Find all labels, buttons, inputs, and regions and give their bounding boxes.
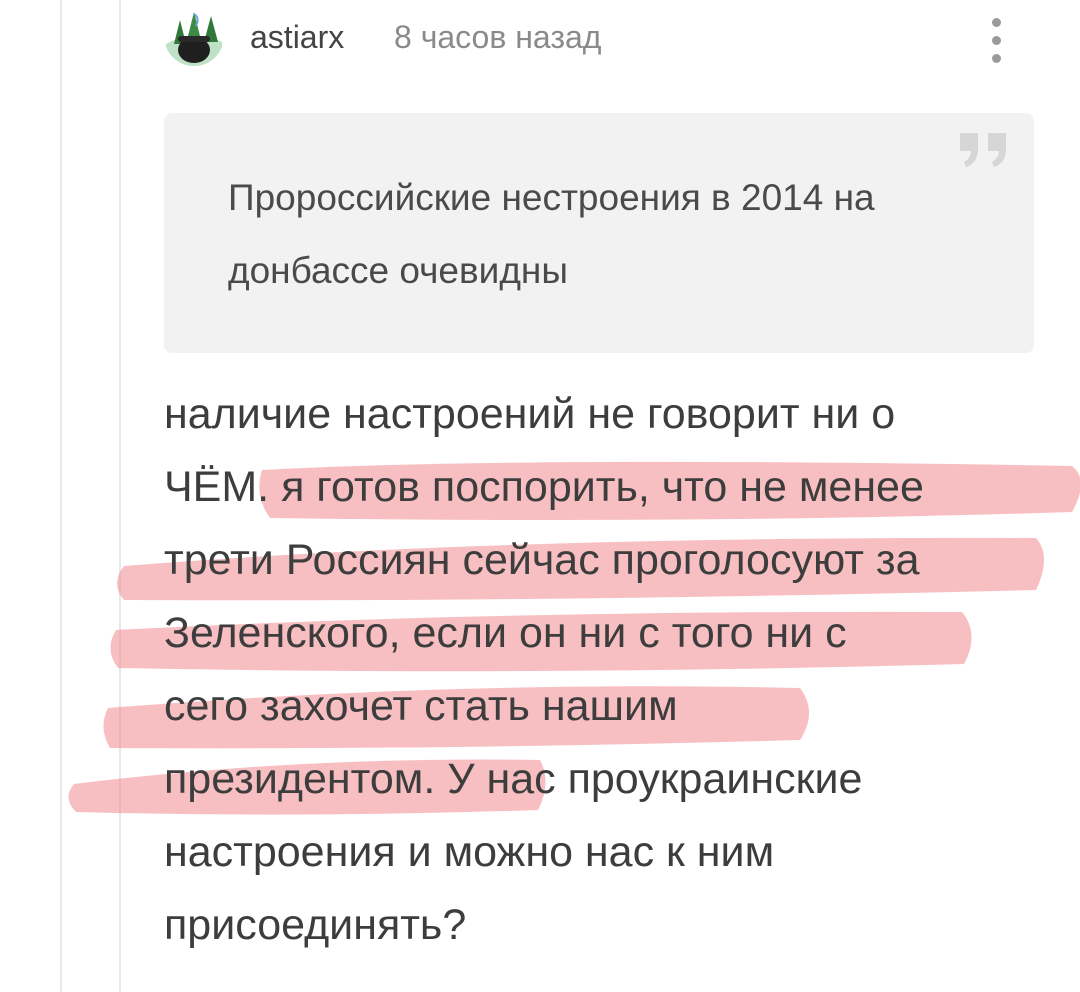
author-name[interactable]: astiarx	[250, 19, 344, 55]
more-options-button[interactable]	[982, 8, 1012, 68]
comment-body: наличие настроений не говорит ни о ЧЁМ. …	[68, 378, 1080, 978]
thread-line	[60, 0, 62, 992]
comment: astiarx 8 часов назад Пророссийские нест…	[68, 0, 1080, 992]
comment-line: трети Россиян сейчас проголосуют за	[164, 536, 920, 584]
thread-line-nested	[119, 0, 121, 992]
comment-text: наличие настроений не говорит ни о ЧЁМ. …	[164, 378, 1044, 962]
quote-line: донбассе очевидны	[228, 250, 568, 291]
avatar[interactable]	[164, 6, 224, 66]
more-vertical-icon	[992, 18, 1001, 27]
comment-line: настроения и можно нас к ним	[164, 828, 775, 876]
comment-line: Зеленского, если он ни с того ни с	[164, 609, 847, 657]
comment-line: наличие настроений не говорит ни о	[164, 390, 896, 438]
quote-text: Пророссийские нестроения в 2014 на донба…	[228, 161, 988, 307]
comment-line: присоединять?	[164, 901, 467, 949]
comment-line: ЧЁМ. я готов поспорить, что не менее	[164, 463, 924, 511]
comment-line: сего захочет стать нашим	[164, 682, 678, 730]
comment-line: президентом. У нас проукраинские	[164, 755, 863, 803]
quote-line: Пророссийские нестроения в 2014 на	[228, 177, 875, 218]
avatar-forest-pot-icon	[164, 6, 224, 66]
comment-timestamp: 8 часов назад	[394, 19, 602, 55]
comment-header: astiarx 8 часов назад	[164, 6, 1044, 66]
quoted-comment: Пророссийские нестроения в 2014 на донба…	[164, 113, 1034, 353]
